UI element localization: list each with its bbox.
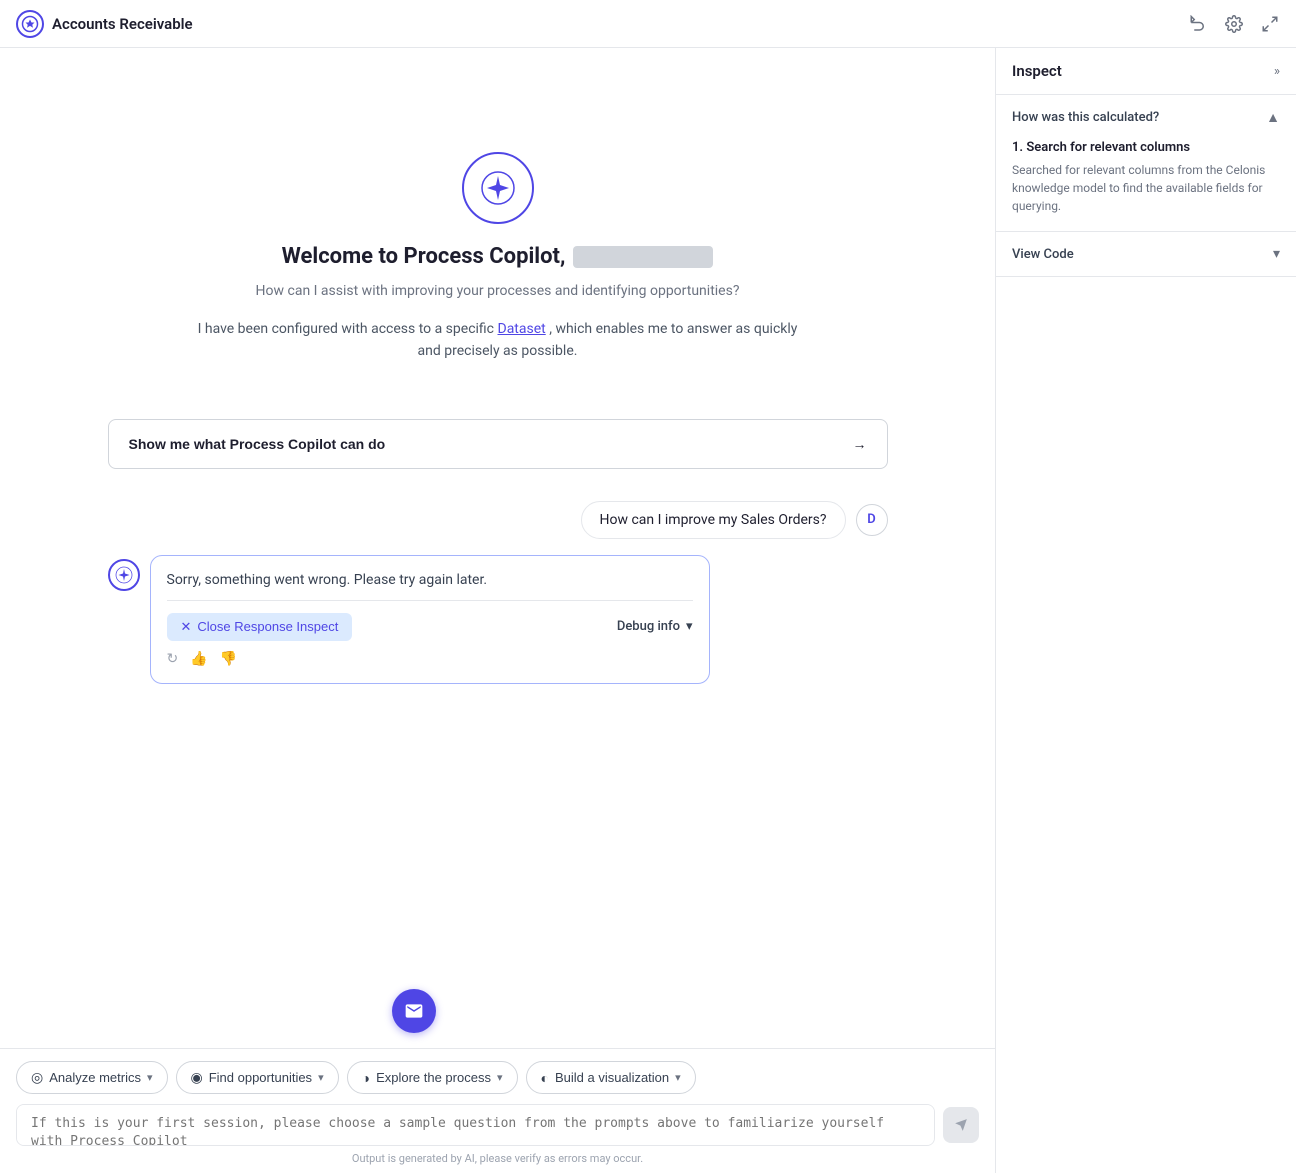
undo-icon[interactable] (1188, 14, 1208, 34)
bot-message: Sorry, something went wrong. Please try … (108, 555, 888, 684)
prompt-chips: ◎ Analyze metrics ▾ ◉ Find opportunities… (16, 1061, 979, 1094)
welcome-title: Welcome to Process Copilot, (282, 244, 714, 269)
input-row (16, 1104, 979, 1146)
chip-explore-process[interactable]: ◑ Explore the process ▾ (347, 1061, 518, 1094)
calc-step-1-title: 1. Search for relevant columns (1012, 140, 1280, 155)
user-message: How can I improve my Sales Orders? D (108, 501, 888, 539)
explore-process-icon: ◑ (362, 1070, 370, 1086)
chip-arrow-2: ▾ (497, 1071, 503, 1084)
chat-input[interactable] (16, 1104, 935, 1146)
ai-disclaimer: Output is generated by AI, please verify… (16, 1152, 979, 1165)
bottom-area: ◎ Analyze metrics ▾ ◉ Find opportunities… (0, 1048, 995, 1173)
how-calculated-content: 1. Search for relevant columns Searched … (996, 140, 1296, 231)
chip-arrow-3: ▾ (675, 1071, 681, 1084)
messages-area: How can I improve my Sales Orders? D Sor… (108, 501, 888, 700)
copilot-icon (462, 152, 534, 224)
bot-bubble: Sorry, something went wrong. Please try … (150, 555, 710, 684)
view-code-toggle-icon: ▾ (1273, 246, 1280, 262)
thumbs-up-icon[interactable]: 👍 (190, 651, 207, 667)
chip-arrow-1: ▾ (318, 1071, 324, 1084)
panel-title: Inspect (1012, 62, 1062, 80)
fab-button[interactable] (392, 989, 436, 1033)
user-bubble: How can I improve my Sales Orders? (581, 501, 846, 539)
chip-build-visualization[interactable]: ◐ Build a visualization ▾ (526, 1061, 696, 1094)
user-avatar: D (856, 504, 888, 536)
how-calculated-section: How was this calculated? ▲ 1. Search for… (996, 95, 1296, 232)
how-calculated-header[interactable]: How was this calculated? ▲ (996, 95, 1296, 140)
app-header: Accounts Receivable (0, 0, 1296, 48)
view-code-header[interactable]: View Code ▾ (996, 232, 1296, 276)
chip-analyze-metrics[interactable]: ◎ Analyze metrics ▾ (16, 1061, 168, 1094)
refresh-action-icon[interactable]: ↻ (167, 651, 179, 667)
dataset-link[interactable]: Dataset (498, 321, 546, 337)
debug-info-toggle[interactable]: Debug info ▾ (617, 619, 693, 634)
analyze-metrics-icon: ◎ (31, 1069, 43, 1086)
how-calculated-title: How was this calculated? (1012, 110, 1159, 125)
welcome-dataset-text: I have been configured with access to a … (198, 318, 798, 363)
view-code-section: View Code ▾ (996, 232, 1296, 277)
panel-header: Inspect » (996, 48, 1296, 95)
close-inspect-button[interactable]: ✕ Close Response Inspect (167, 613, 353, 641)
settings-icon[interactable] (1224, 14, 1244, 34)
expand-icon[interactable] (1260, 14, 1280, 34)
right-panel: Inspect » How was this calculated? ▲ 1. … (996, 48, 1296, 1173)
build-visualization-icon: ◐ (541, 1070, 549, 1086)
welcome-subtitle: How can I assist with improving your pro… (256, 281, 740, 302)
bot-actions: ↻ 👍 👎 (167, 651, 693, 667)
bot-error-text: Sorry, something went wrong. Please try … (167, 572, 693, 588)
send-button[interactable] (943, 1107, 979, 1143)
chat-area: Welcome to Process Copilot, How can I as… (0, 48, 996, 1173)
how-calculated-toggle-icon: ▲ (1266, 109, 1280, 126)
find-opportunities-icon: ◉ (191, 1069, 203, 1086)
welcome-section: Welcome to Process Copilot, How can I as… (198, 152, 798, 363)
chip-arrow-0: ▾ (147, 1071, 153, 1084)
calc-step-1-desc: Searched for relevant columns from the C… (1012, 161, 1280, 215)
chat-content: Welcome to Process Copilot, How can I as… (0, 48, 995, 1048)
app-logo (16, 10, 44, 38)
app-title: Accounts Receivable (52, 15, 193, 33)
main-layout: Welcome to Process Copilot, How can I as… (0, 48, 1296, 1173)
header-icons (1188, 14, 1280, 34)
thumbs-down-icon[interactable]: 👎 (220, 651, 237, 667)
bot-bubble-footer: ✕ Close Response Inspect Debug info ▾ (167, 600, 693, 641)
panel-expand-icon[interactable]: » (1274, 64, 1280, 79)
chip-find-opportunities[interactable]: ◉ Find opportunities ▾ (176, 1061, 339, 1094)
header-left: Accounts Receivable (16, 10, 193, 38)
username-blur (573, 246, 713, 268)
view-code-title: View Code (1012, 247, 1074, 262)
bot-icon-small (108, 559, 140, 591)
show-me-button[interactable]: Show me what Process Copilot can do → (108, 419, 888, 469)
